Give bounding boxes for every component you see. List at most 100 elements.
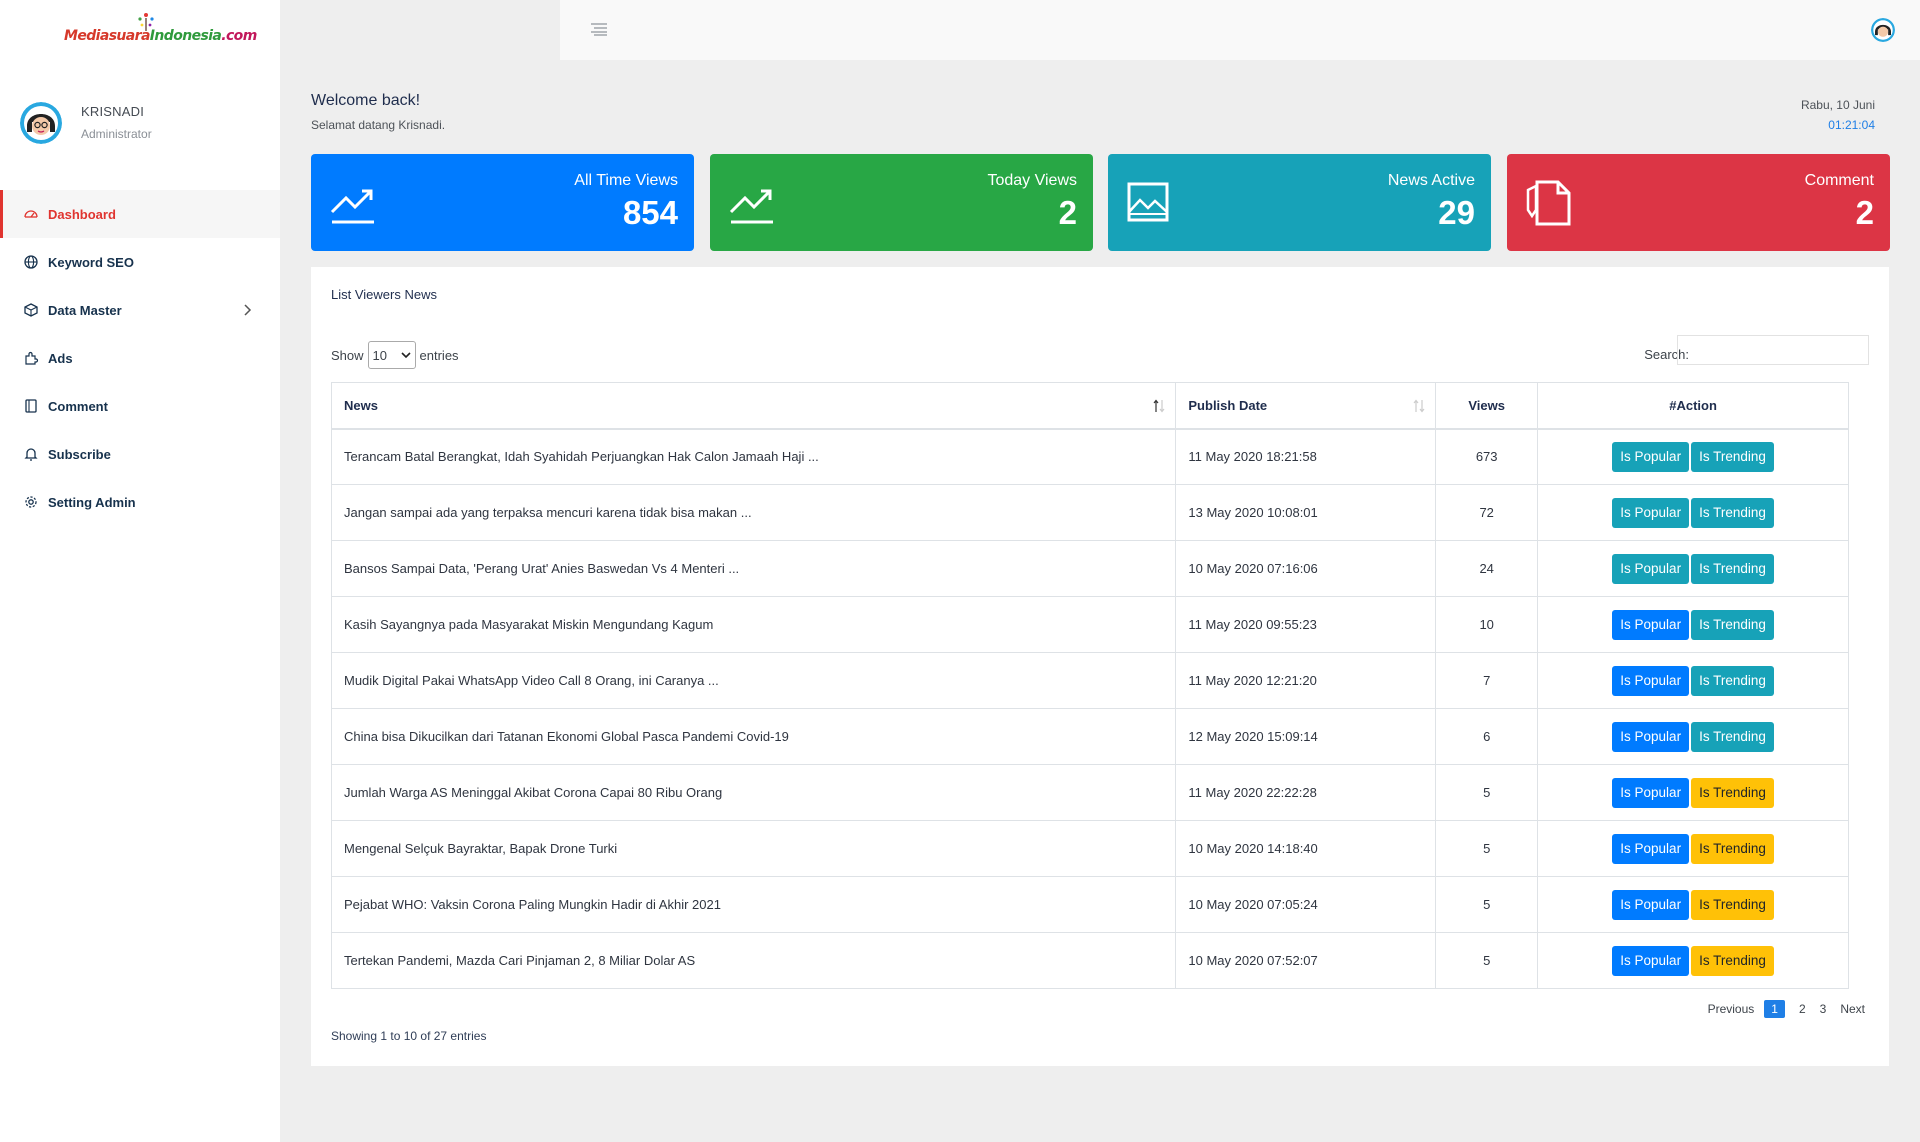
logo-text: MediasuaraIndonesia.com <box>64 28 257 44</box>
user-avatar-button[interactable] <box>1871 18 1895 42</box>
sidebar-item-label: Ads <box>48 350 73 366</box>
pagination-previous[interactable]: Previous <box>1708 1002 1755 1016</box>
is-trending-button[interactable]: Is Trending <box>1691 665 1774 696</box>
publish-date-cell: 11 May 2020 22:22:28 <box>1175 764 1437 821</box>
is-trending-button[interactable]: Is Trending <box>1691 553 1774 584</box>
pagination-page-2[interactable]: 2 <box>1799 1002 1806 1016</box>
news-title-cell[interactable]: Jangan sampai ada yang terpaksa mencuri … <box>330 484 1177 541</box>
sidebar-item-ads[interactable]: Ads <box>0 334 280 382</box>
is-popular-button[interactable]: Is Popular <box>1612 833 1690 864</box>
column-header-news[interactable]: News <box>330 382 1177 430</box>
action-cell: Is Popular Is Trending <box>1537 820 1849 877</box>
card-value: 29 <box>1438 194 1475 231</box>
is-trending-button[interactable]: Is Trending <box>1691 721 1774 752</box>
search-input[interactable] <box>1677 335 1869 365</box>
is-trending-button[interactable]: Is Trending <box>1691 945 1774 976</box>
publish-date-cell: 10 May 2020 07:16:06 <box>1175 540 1437 597</box>
show-label: Show <box>331 347 364 363</box>
action-cell: Is Popular Is Trending <box>1537 652 1849 709</box>
box-icon <box>23 302 39 318</box>
is-trending-button[interactable]: Is Trending <box>1691 889 1774 920</box>
views-cell: 5 <box>1435 876 1539 933</box>
table-row: Jangan sampai ada yang terpaksa mencuri … <box>330 484 1849 541</box>
sort-ascending-icon <box>1153 399 1165 413</box>
is-popular-button[interactable]: Is Popular <box>1612 777 1690 808</box>
table-info: Showing 1 to 10 of 27 entries <box>331 1029 487 1043</box>
profile-role: Administrator <box>81 127 152 141</box>
page-length-select[interactable]: 10 <box>367 341 416 369</box>
sidebar-item-data-master[interactable]: Data Master <box>0 286 280 334</box>
is-trending-button[interactable]: Is Trending <box>1691 497 1774 528</box>
is-trending-button[interactable]: Is Trending <box>1691 441 1774 472</box>
news-title-cell[interactable]: Jumlah Warga AS Meninggal Akibat Corona … <box>330 764 1177 821</box>
is-popular-button[interactable]: Is Popular <box>1612 889 1690 920</box>
card-title: Today Views <box>987 172 1077 189</box>
is-popular-button[interactable]: Is Popular <box>1612 441 1690 472</box>
site-logo[interactable]: MediasuaraIndonesia.com <box>60 10 257 52</box>
is-popular-button[interactable]: Is Popular <box>1612 665 1690 696</box>
is-trending-button[interactable]: Is Trending <box>1691 777 1774 808</box>
news-title-cell[interactable]: Mengenal Selçuk Bayraktar, Bapak Drone T… <box>330 820 1177 877</box>
card-title: News Active <box>1387 172 1475 189</box>
views-cell: 5 <box>1435 820 1539 877</box>
trend-up-icon <box>729 189 773 224</box>
publish-date-cell: 10 May 2020 07:05:24 <box>1175 876 1437 933</box>
is-trending-button[interactable]: Is Trending <box>1691 833 1774 864</box>
page-length-value: 10 <box>372 347 387 363</box>
column-header-views[interactable]: Views <box>1435 382 1539 430</box>
column-header-publish-date[interactable]: Publish Date <box>1175 382 1437 430</box>
publish-date-cell: 11 May 2020 12:21:20 <box>1175 652 1437 709</box>
sidebar-item-setting-admin[interactable]: Setting Admin <box>0 478 280 526</box>
views-cell: 5 <box>1435 932 1539 989</box>
is-trending-button[interactable]: Is Trending <box>1691 609 1774 640</box>
pagination-page-3[interactable]: 3 <box>1820 1002 1827 1016</box>
views-cell: 72 <box>1435 484 1539 541</box>
table-row: Terancam Batal Berangkat, Idah Syahidah … <box>330 428 1849 485</box>
is-popular-button[interactable]: Is Popular <box>1612 945 1690 976</box>
publish-date-cell: 13 May 2020 10:08:01 <box>1175 484 1437 541</box>
action-cell: Is Popular Is Trending <box>1537 540 1849 597</box>
pagination-page-1[interactable]: 1 <box>1764 1000 1785 1018</box>
news-title-cell[interactable]: Pejabat WHO: Vaksin Corona Paling Mungki… <box>330 876 1177 933</box>
publish-date-cell: 10 May 2020 07:52:07 <box>1175 932 1437 989</box>
news-title-cell[interactable]: Tertekan Pandemi, Mazda Cari Pinjaman 2,… <box>330 932 1177 989</box>
table-row: Pejabat WHO: Vaksin Corona Paling Mungki… <box>330 876 1849 933</box>
is-popular-button[interactable]: Is Popular <box>1612 497 1690 528</box>
is-popular-button[interactable]: Is Popular <box>1612 721 1690 752</box>
action-cell: Is Popular Is Trending <box>1537 708 1849 765</box>
views-cell: 5 <box>1435 764 1539 821</box>
chevron-down-icon <box>400 352 411 359</box>
menu-toggle-icon[interactable] <box>590 22 608 36</box>
gear-icon <box>23 494 39 510</box>
card-title: All Time Views <box>574 172 678 189</box>
pagination-next[interactable]: Next <box>1840 1002 1865 1016</box>
current-date: Rabu, 10 Juni <box>1800 98 1875 112</box>
sidebar-nav: Dashboard Keyword SEO Data Master Ads Co… <box>0 190 280 526</box>
sidebar-item-dashboard[interactable]: Dashboard <box>0 190 280 238</box>
avatar[interactable] <box>20 102 62 144</box>
sidebar-item-comment[interactable]: Comment <box>0 382 280 430</box>
sort-icon <box>1413 399 1425 413</box>
news-title-cell[interactable]: Kasih Sayangnya pada Masyarakat Miskin M… <box>330 596 1177 653</box>
entries-label: entries <box>419 347 459 363</box>
table-row: Bansos Sampai Data, 'Perang Urat' Anies … <box>330 540 1849 597</box>
is-popular-button[interactable]: Is Popular <box>1612 609 1690 640</box>
table-row: Jumlah Warga AS Meninggal Akibat Corona … <box>330 764 1849 821</box>
news-title-cell[interactable]: Mudik Digital Pakai WhatsApp Video Call … <box>330 652 1177 709</box>
action-cell: Is Popular Is Trending <box>1537 596 1849 653</box>
news-title-cell[interactable]: Terancam Batal Berangkat, Idah Syahidah … <box>330 428 1177 485</box>
sidebar-item-label: Setting Admin <box>48 494 136 510</box>
news-title-cell[interactable]: Bansos Sampai Data, 'Perang Urat' Anies … <box>330 540 1177 597</box>
table-header-row: News Publish Date Views #Action <box>330 382 1849 430</box>
stat-card-all-time-views: All Time Views 854 <box>311 154 694 251</box>
news-table: News Publish Date Views #Action Terancam… <box>330 382 1849 989</box>
top-bar <box>560 0 1920 60</box>
is-popular-button[interactable]: Is Popular <box>1612 553 1690 584</box>
news-title-cell[interactable]: China bisa Dikucilkan dari Tatanan Ekono… <box>330 708 1177 765</box>
sidebar-item-keyword-seo[interactable]: Keyword SEO <box>0 238 280 286</box>
chevron-right-icon <box>244 304 252 316</box>
card-title: Comment <box>1804 172 1874 189</box>
document-icon <box>1526 180 1571 226</box>
sidebar-item-subscribe[interactable]: Subscribe <box>0 430 280 478</box>
action-cell: Is Popular Is Trending <box>1537 428 1849 485</box>
